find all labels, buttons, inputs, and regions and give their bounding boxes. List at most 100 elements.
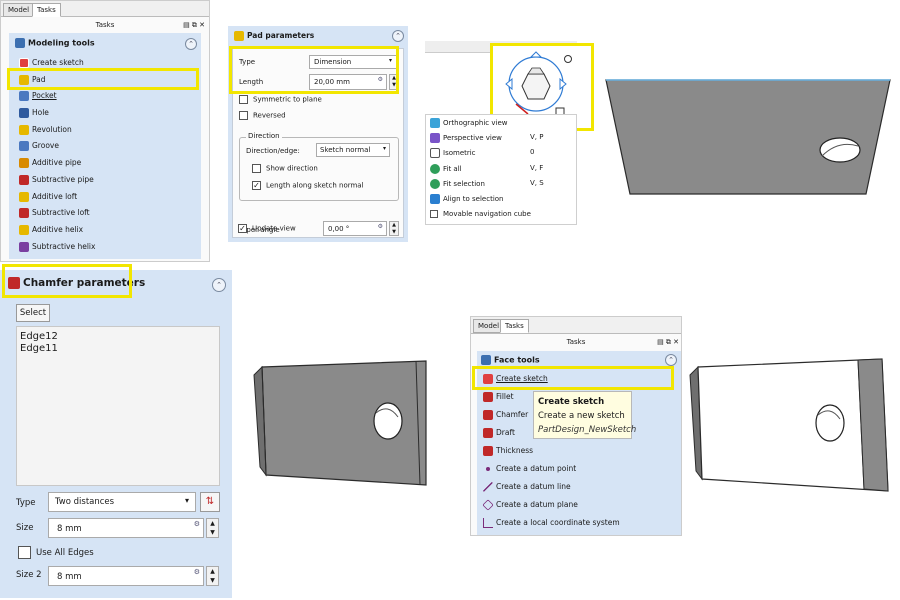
expression-icon[interactable]: ⚙ bbox=[194, 520, 200, 528]
size-input[interactable]: 8 mm ⚙ bbox=[48, 518, 204, 538]
edge-item[interactable]: Edge11 bbox=[20, 343, 216, 355]
tool-local-coordinate-system[interactable]: Create a local coordinate system bbox=[477, 515, 681, 533]
size2-label: Size 2 bbox=[16, 570, 42, 580]
menu-label: Movable navigation cube bbox=[443, 210, 531, 218]
additive-loft-icon bbox=[19, 191, 29, 202]
chamfer-type-select[interactable]: Two distances ▾ bbox=[48, 492, 196, 512]
tab-bar: Model Tasks bbox=[471, 317, 681, 334]
tab-model[interactable]: Model bbox=[3, 3, 35, 17]
tool-label: Hole bbox=[32, 108, 49, 118]
tool-label: Additive loft bbox=[32, 191, 78, 201]
collapse-icon[interactable]: ⌃ bbox=[392, 30, 404, 42]
size-value: 8 mm bbox=[57, 524, 82, 534]
tasks-header: Tasks ▤ ⧉ ✕ bbox=[471, 335, 681, 349]
subtractive-helix-icon bbox=[19, 241, 29, 252]
additive-pipe-icon bbox=[19, 158, 29, 169]
tool-subtractive-pipe[interactable]: Subtractive pipe bbox=[9, 172, 201, 189]
partdesign-icon bbox=[15, 38, 25, 48]
collapse-icon[interactable]: ⌃ bbox=[665, 354, 677, 366]
tool-label: Groove bbox=[32, 141, 59, 151]
tool-revolution[interactable]: Revolution bbox=[9, 122, 201, 139]
window-controls[interactable]: ▤ ⧉ ✕ bbox=[657, 335, 679, 349]
tool-label: Chamfer bbox=[496, 410, 529, 419]
update-view-label: Update view bbox=[252, 224, 296, 233]
highlight-pad bbox=[7, 68, 199, 90]
tool-pocket[interactable]: Pocket bbox=[9, 88, 201, 105]
window-controls[interactable]: ▤ ⧉ ✕ bbox=[183, 18, 205, 32]
sketch-icon bbox=[19, 58, 29, 68]
tasks-panel-modeling: Model Tasks Tasks ▤ ⧉ ✕ Modeling tools ⌃… bbox=[0, 0, 210, 262]
coordinate-system-icon bbox=[483, 518, 493, 528]
menu-isometric[interactable]: Isometric 0 bbox=[430, 148, 574, 163]
expression-icon[interactable]: ⚙ bbox=[194, 568, 200, 576]
menu-perspective[interactable]: Perspective view V, P bbox=[430, 133, 574, 148]
size2-input[interactable]: 8 mm ⚙ bbox=[48, 566, 204, 586]
part-view-top bbox=[605, 79, 891, 195]
expression-icon[interactable]: ⚙ bbox=[378, 223, 383, 230]
menu-label: Fit all bbox=[443, 165, 462, 173]
revolution-icon bbox=[19, 124, 29, 135]
reversed-label: Reversed bbox=[253, 111, 286, 120]
highlight-chamfer-title bbox=[2, 264, 132, 298]
datum-plane-icon bbox=[482, 499, 494, 511]
taper-input[interactable]: 0,00 ° ⚙ bbox=[323, 221, 387, 236]
length-along-checkbox[interactable]: ✓ Length along sketch normal bbox=[252, 181, 364, 190]
flip-arrows-icon: ⇅ bbox=[205, 496, 215, 507]
tool-datum-plane[interactable]: Create a datum plane bbox=[477, 497, 681, 515]
checkbox-checked: ✓ bbox=[252, 181, 261, 190]
tool-hole[interactable]: Hole bbox=[9, 105, 201, 122]
edge-item[interactable]: Edge12 bbox=[20, 331, 216, 343]
collapse-icon[interactable]: ⌃ bbox=[212, 278, 226, 292]
size2-value: 8 mm bbox=[57, 572, 82, 582]
groove-icon bbox=[19, 141, 29, 152]
flip-direction-button[interactable]: ⇅ bbox=[200, 492, 220, 512]
edge-list[interactable]: Edge12 Edge11 bbox=[16, 326, 220, 486]
show-direction-checkbox[interactable]: Show direction bbox=[252, 164, 318, 173]
checkbox bbox=[239, 111, 248, 120]
tab-tasks[interactable]: Tasks bbox=[500, 319, 529, 333]
datum-point-icon bbox=[486, 467, 490, 471]
direction-edge-select[interactable]: Sketch normal ▾ bbox=[316, 143, 390, 157]
size-label: Size bbox=[16, 523, 34, 533]
chevron-down-icon: ▾ bbox=[184, 496, 189, 505]
chamfer-icon bbox=[483, 410, 493, 420]
menu-fit-selection[interactable]: Fit selection V, S bbox=[430, 179, 574, 194]
tool-subtractive-loft[interactable]: Subtractive loft bbox=[9, 205, 201, 222]
panel-title-label: Face tools bbox=[494, 355, 540, 365]
size-spinner[interactable]: ▲ ▼ bbox=[206, 518, 219, 538]
align-icon bbox=[430, 194, 440, 204]
direction-edge-label: Direction/edge: bbox=[246, 147, 300, 155]
tool-additive-pipe[interactable]: Additive pipe bbox=[9, 155, 201, 172]
tool-datum-point[interactable]: Create a datum point bbox=[477, 461, 681, 479]
reversed-checkbox[interactable]: Reversed bbox=[239, 111, 286, 120]
select-button[interactable]: Select bbox=[16, 304, 50, 322]
menu-label: Fit selection bbox=[443, 180, 485, 188]
update-view-checkbox[interactable]: ✓ Update view bbox=[238, 224, 296, 233]
use-all-edges-checkbox[interactable]: Use All Edges bbox=[18, 546, 94, 559]
tool-groove[interactable]: Groove bbox=[9, 138, 201, 155]
tool-thickness[interactable]: Thickness bbox=[477, 443, 681, 461]
size2-spinner[interactable]: ▲ ▼ bbox=[206, 566, 219, 586]
menu-fit-all[interactable]: Fit all V, F bbox=[430, 164, 574, 179]
highlight-create-sketch bbox=[472, 366, 674, 390]
tool-datum-line[interactable]: Create a datum line bbox=[477, 479, 681, 497]
subtractive-loft-icon bbox=[19, 208, 29, 219]
tool-additive-helix[interactable]: Additive helix bbox=[9, 222, 201, 239]
menu-shortcut: 0 bbox=[530, 148, 535, 156]
taper-spinner[interactable]: ▲ ▼ bbox=[389, 221, 399, 236]
menu-movable-cube[interactable]: Movable navigation cube bbox=[430, 210, 574, 225]
tool-subtractive-helix[interactable]: Subtractive helix bbox=[9, 239, 201, 256]
tool-label: Thickness bbox=[496, 446, 534, 455]
tab-tasks[interactable]: Tasks bbox=[32, 3, 61, 17]
tool-label: Create a local coordinate system bbox=[496, 518, 620, 527]
thickness-icon bbox=[483, 446, 493, 456]
isometric-icon bbox=[430, 148, 440, 158]
draft-icon bbox=[483, 428, 493, 438]
collapse-icon[interactable]: ⌃ bbox=[185, 38, 197, 50]
tasks-header-label: Tasks bbox=[95, 21, 115, 29]
symmetric-checkbox[interactable]: Symmetric to plane bbox=[239, 95, 322, 104]
tool-additive-loft[interactable]: Additive loft bbox=[9, 189, 201, 206]
menu-orthographic[interactable]: Orthographic view bbox=[430, 118, 574, 133]
menu-align-selection[interactable]: Align to selection bbox=[430, 194, 574, 209]
tool-label: Additive pipe bbox=[32, 158, 82, 168]
